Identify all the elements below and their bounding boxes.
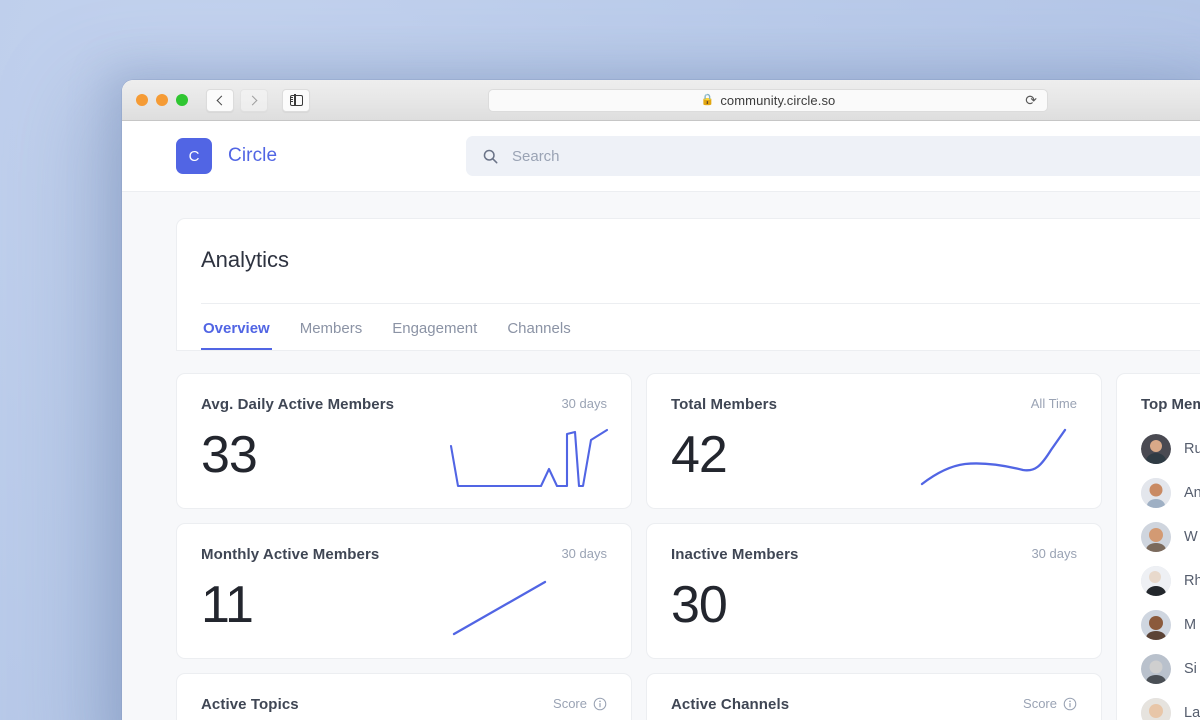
brand-logo: C bbox=[176, 138, 212, 174]
reload-icon[interactable]: ⟳ bbox=[1025, 93, 1037, 107]
card-label: Monthly Active Members bbox=[201, 546, 380, 563]
browser-titlebar: 🔒 community.circle.so ⟳ bbox=[122, 80, 1200, 121]
card-avg-daily-active-members[interactable]: Avg. Daily Active Members 30 days 33 bbox=[176, 373, 632, 509]
card-top-members[interactable]: Top Mem Ru An bbox=[1116, 373, 1200, 720]
avatar bbox=[1141, 566, 1171, 596]
maximize-window-button[interactable] bbox=[176, 94, 188, 106]
list-item[interactable]: W bbox=[1117, 515, 1200, 559]
minimize-window-button[interactable] bbox=[156, 94, 168, 106]
app-header: C Circle Search bbox=[122, 121, 1200, 192]
close-window-button[interactable] bbox=[136, 94, 148, 106]
avatar bbox=[1141, 654, 1171, 684]
card-period: 30 days bbox=[561, 396, 607, 411]
sparkline-chart bbox=[452, 580, 547, 636]
brand-name: Circle bbox=[228, 145, 278, 166]
sidebar-toggle-button[interactable] bbox=[282, 88, 310, 112]
sparkline-chart bbox=[449, 428, 609, 488]
card-period: 30 days bbox=[1031, 546, 1077, 561]
tab-channels[interactable]: Channels bbox=[505, 320, 572, 350]
brand[interactable]: C Circle bbox=[176, 138, 466, 174]
list-item[interactable]: Ru bbox=[1117, 427, 1200, 471]
member-name: Si bbox=[1184, 661, 1197, 677]
info-icon[interactable] bbox=[1063, 697, 1077, 711]
lock-icon: 🔒 bbox=[700, 93, 715, 106]
card-label: Avg. Daily Active Members bbox=[201, 396, 395, 413]
list-item[interactable]: Rh bbox=[1117, 559, 1200, 603]
sidebar-toggle-icon bbox=[289, 94, 303, 106]
score-header: Score bbox=[1023, 696, 1077, 711]
card-header: Monthly Active Members 30 days bbox=[201, 546, 607, 563]
card-label: Inactive Members bbox=[671, 546, 799, 563]
address-bar[interactable]: 🔒 community.circle.so ⟳ bbox=[488, 88, 1048, 112]
avatar bbox=[1141, 698, 1171, 720]
list-item[interactable]: Si bbox=[1117, 647, 1200, 691]
search-input[interactable]: Search bbox=[512, 148, 560, 165]
card-active-topics[interactable]: Active Topics Score bbox=[176, 673, 632, 720]
card-header: Avg. Daily Active Members 30 days bbox=[201, 396, 607, 413]
member-name: An bbox=[1184, 485, 1200, 501]
member-name: M bbox=[1184, 617, 1197, 633]
card-active-channels[interactable]: Active Channels Score bbox=[646, 673, 1102, 720]
card-period: 30 days bbox=[561, 546, 607, 561]
browser-nav-buttons bbox=[206, 88, 310, 112]
member-name: W bbox=[1184, 529, 1198, 545]
score-label: Score bbox=[1023, 696, 1057, 711]
card-inactive-members[interactable]: Inactive Members 30 days 30 bbox=[646, 523, 1102, 659]
tab-engagement[interactable]: Engagement bbox=[390, 320, 479, 350]
card-label: Total Members bbox=[671, 396, 778, 413]
card-period: All Time bbox=[1030, 396, 1077, 411]
list-item[interactable]: An bbox=[1117, 471, 1200, 515]
list-item[interactable]: M bbox=[1117, 603, 1200, 647]
back-button[interactable] bbox=[206, 88, 234, 112]
sparkline-chart bbox=[920, 428, 1067, 486]
search-icon bbox=[483, 149, 498, 163]
analytics-panel: Analytics Overview Members Engagement Ch… bbox=[176, 218, 1200, 351]
metrics-grid: Avg. Daily Active Members 30 days 33 Tot… bbox=[176, 373, 1200, 720]
avatar bbox=[1141, 522, 1171, 552]
analytics-tabs: Overview Members Engagement Channels bbox=[201, 304, 1200, 350]
desktop-backdrop: 🔒 community.circle.so ⟳ C Circle Search bbox=[0, 0, 1200, 720]
search-bar[interactable]: Search bbox=[466, 136, 1200, 176]
avatar bbox=[1141, 434, 1171, 464]
avatar bbox=[1141, 610, 1171, 640]
window-traffic-lights bbox=[136, 94, 188, 106]
member-name: Ru bbox=[1184, 441, 1200, 457]
chevron-right-icon bbox=[247, 95, 258, 105]
forward-button[interactable] bbox=[240, 88, 268, 112]
card-label: Active Channels bbox=[671, 696, 790, 713]
avatar bbox=[1141, 478, 1171, 508]
page-body: Analytics Overview Members Engagement Ch… bbox=[122, 192, 1200, 720]
chevron-left-icon bbox=[216, 95, 227, 105]
top-members-list: Ru An W bbox=[1117, 417, 1200, 720]
card-header: Active Topics Score bbox=[201, 696, 607, 713]
tab-members[interactable]: Members bbox=[298, 320, 365, 350]
card-header: Active Channels Score bbox=[671, 696, 1077, 713]
card-header: Total Members All Time bbox=[671, 396, 1077, 413]
card-total-members[interactable]: Total Members All Time 42 bbox=[646, 373, 1102, 509]
card-header: Inactive Members 30 days bbox=[671, 546, 1077, 563]
member-name: Rh bbox=[1184, 573, 1200, 589]
score-label: Score bbox=[553, 696, 587, 711]
list-item[interactable]: La bbox=[1117, 691, 1200, 720]
info-icon[interactable] bbox=[593, 697, 607, 711]
card-label: Active Topics bbox=[201, 696, 299, 713]
score-header: Score bbox=[553, 696, 607, 711]
member-name: La bbox=[1184, 705, 1200, 720]
top-members-title: Top Mem bbox=[1141, 396, 1200, 413]
browser-window: 🔒 community.circle.so ⟳ C Circle Search bbox=[122, 80, 1200, 720]
card-monthly-active-members[interactable]: Monthly Active Members 30 days 11 bbox=[176, 523, 632, 659]
url-text: community.circle.so bbox=[720, 92, 836, 108]
page-title: Analytics bbox=[201, 219, 1200, 304]
tab-overview[interactable]: Overview bbox=[201, 320, 272, 350]
card-value: 30 bbox=[671, 576, 728, 634]
